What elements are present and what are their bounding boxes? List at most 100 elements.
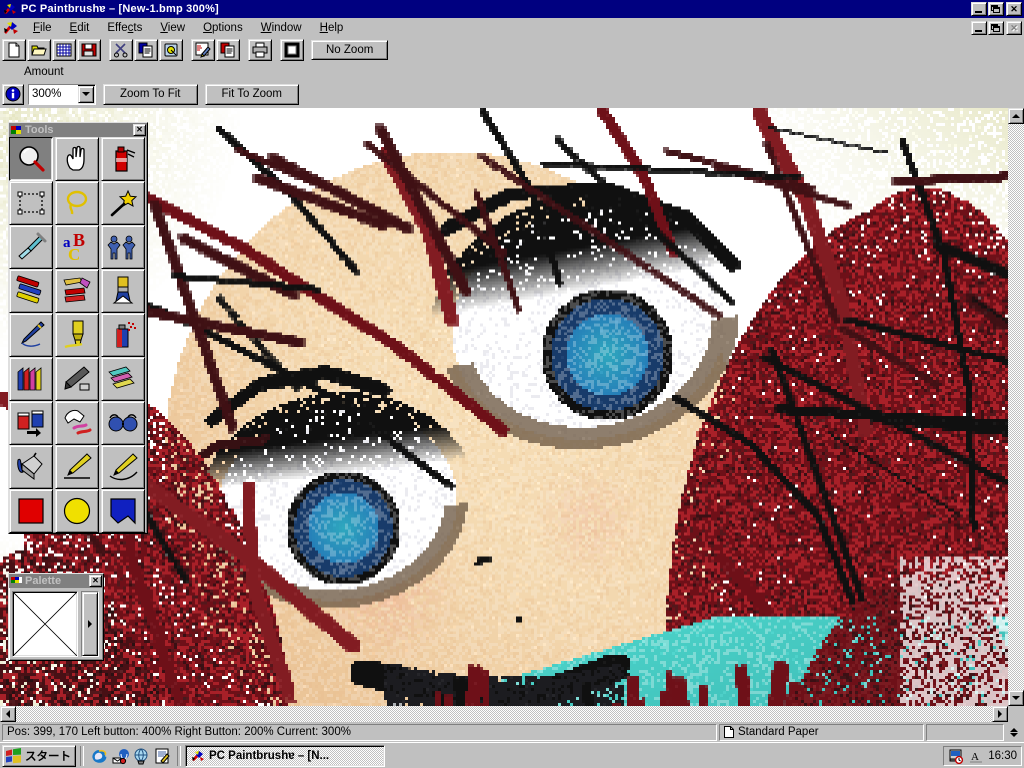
tools-palette-title-bar[interactable]: Tools ✕: [9, 123, 147, 137]
cutout-tool[interactable]: [101, 225, 145, 269]
scroll-down-button[interactable]: [1008, 690, 1024, 706]
cut-button[interactable]: [109, 38, 133, 61]
menu-effects[interactable]: Effects: [98, 20, 151, 36]
document-paintbrush-icon[interactable]: [2, 20, 20, 36]
text-tool[interactable]: a B C: [55, 225, 99, 269]
maximize-button[interactable]: [988, 2, 1004, 16]
tools-palette-close-button[interactable]: ✕: [133, 124, 146, 136]
fill-tool[interactable]: [9, 445, 53, 489]
square-frame-icon: [284, 42, 300, 57]
color-swatch-area[interactable]: [12, 591, 78, 657]
marquee-icon: [17, 191, 45, 215]
color-palette-window[interactable]: Palette ✕: [8, 573, 104, 661]
spray-paint-tool[interactable]: [101, 313, 145, 357]
marker-tool[interactable]: [55, 313, 99, 357]
grid-button[interactable]: [52, 38, 76, 61]
no-zoom-button[interactable]: No Zoom: [311, 39, 389, 60]
clock[interactable]: 16:30: [988, 750, 1017, 762]
horizontal-scrollbar[interactable]: [0, 706, 1008, 722]
pen-tool[interactable]: [9, 313, 53, 357]
polygon-shape-tool[interactable]: [101, 489, 145, 533]
duplicate-button[interactable]: [216, 38, 240, 61]
amount-label: Amount: [24, 66, 64, 78]
menu-options[interactable]: Options: [194, 20, 252, 36]
edit-image-button[interactable]: [191, 38, 215, 61]
print-button[interactable]: [248, 38, 272, 61]
task-pc-paintbrush[interactable]: PC Paintbrushɐ – [N...: [185, 744, 385, 767]
scroll-up-button[interactable]: [1008, 108, 1024, 124]
start-button[interactable]: スタート: [2, 744, 76, 767]
menu-help[interactable]: Help: [311, 20, 353, 36]
ellipse-shape-tool[interactable]: [55, 489, 99, 533]
notepad-icon[interactable]: [153, 747, 171, 765]
zoom-amount-value[interactable]: 300%: [29, 84, 78, 104]
globe-icon[interactable]: [132, 747, 150, 765]
menu-edit[interactable]: Edit: [61, 20, 99, 36]
minimize-button[interactable]: [971, 2, 987, 16]
menu-bar: File Edit Effects View Options Window He…: [0, 18, 1024, 37]
magic-wand-tool[interactable]: [101, 181, 145, 225]
lasso-tool[interactable]: [55, 181, 99, 225]
airbrush-can-tool[interactable]: [101, 137, 145, 181]
menu-file[interactable]: File: [24, 20, 61, 36]
zoom-tool[interactable]: [9, 137, 53, 181]
rectangle-select-tool[interactable]: [9, 181, 53, 225]
image-canvas[interactable]: [0, 108, 1008, 706]
taskbar: スタート PC Paintbrushɐ – [N... A 16:30: [0, 742, 1024, 768]
paintbrush-icon: [192, 750, 204, 761]
color-swap-tool[interactable]: [9, 401, 53, 445]
scroll-right-button[interactable]: [992, 706, 1008, 722]
palette-scroll-area[interactable]: [81, 591, 99, 657]
paper-dolls-icon: [107, 235, 136, 260]
brush-tool[interactable]: [101, 269, 145, 313]
mdi-minimize-button[interactable]: [971, 20, 987, 35]
mdi-child-controls: ✕: [970, 20, 1024, 35]
crayon-tool[interactable]: [9, 357, 53, 401]
paste-button[interactable]: [159, 38, 183, 61]
fullscreen-button[interactable]: [280, 38, 304, 61]
multi-pen-tool[interactable]: [9, 269, 53, 313]
horizontal-scroll-track[interactable]: [16, 706, 992, 722]
title-bar[interactable]: PC Paintbrushɐ – [New-1.bmp 300%] ✕: [0, 0, 1024, 18]
ime-indicator-icon[interactable]: A: [968, 748, 984, 764]
zoom-amount-combobox[interactable]: 300%: [28, 83, 96, 105]
status-paper-pane[interactable]: Standard Paper: [719, 723, 924, 741]
open-file-button[interactable]: [27, 38, 51, 61]
image-canvas-container[interactable]: [0, 108, 1008, 706]
pencil-set-tool[interactable]: [55, 269, 99, 313]
line-tool[interactable]: [55, 445, 99, 489]
blend-tool[interactable]: [101, 401, 145, 445]
info-button[interactable]: [2, 83, 24, 105]
copy-button[interactable]: [134, 38, 158, 61]
eyedropper-tool[interactable]: [9, 225, 53, 269]
curve-tool[interactable]: [101, 445, 145, 489]
color-palette-body: [9, 588, 103, 660]
zoom-to-fit-button[interactable]: Zoom To Fit: [103, 83, 198, 105]
chalk-tool[interactable]: [101, 357, 145, 401]
mdi-restore-button[interactable]: [988, 20, 1004, 35]
tools-palette-window[interactable]: Tools ✕ a B C: [8, 122, 148, 534]
close-button[interactable]: ✕: [1006, 2, 1022, 16]
hand-tool[interactable]: [55, 137, 99, 181]
empty-palette-x-icon: [12, 591, 78, 657]
menu-view[interactable]: View: [151, 20, 194, 36]
color-palette-title-bar[interactable]: Palette ✕: [9, 574, 103, 588]
resize-grip[interactable]: [1006, 724, 1022, 741]
menu-window[interactable]: Window: [252, 20, 311, 36]
fit-to-zoom-button[interactable]: Fit To Zoom: [204, 83, 299, 105]
outlook-express-icon[interactable]: [111, 747, 129, 765]
internet-explorer-icon[interactable]: [90, 747, 108, 765]
vertical-scrollbar[interactable]: [1008, 108, 1024, 706]
color-palette-close-button[interactable]: ✕: [89, 575, 102, 587]
vertical-scroll-track[interactable]: [1008, 124, 1024, 690]
smudge-tool[interactable]: [55, 401, 99, 445]
highlighter-icon: [64, 320, 84, 349]
chevron-down-icon[interactable]: [78, 85, 94, 103]
save-button[interactable]: [77, 38, 101, 61]
rectangle-shape-tool[interactable]: [9, 489, 53, 533]
palette-next-button[interactable]: [82, 592, 98, 656]
scroll-left-button[interactable]: [0, 706, 16, 722]
task-scheduler-icon[interactable]: [948, 748, 964, 764]
charcoal-tool[interactable]: [55, 357, 99, 401]
new-file-button[interactable]: [2, 38, 26, 61]
